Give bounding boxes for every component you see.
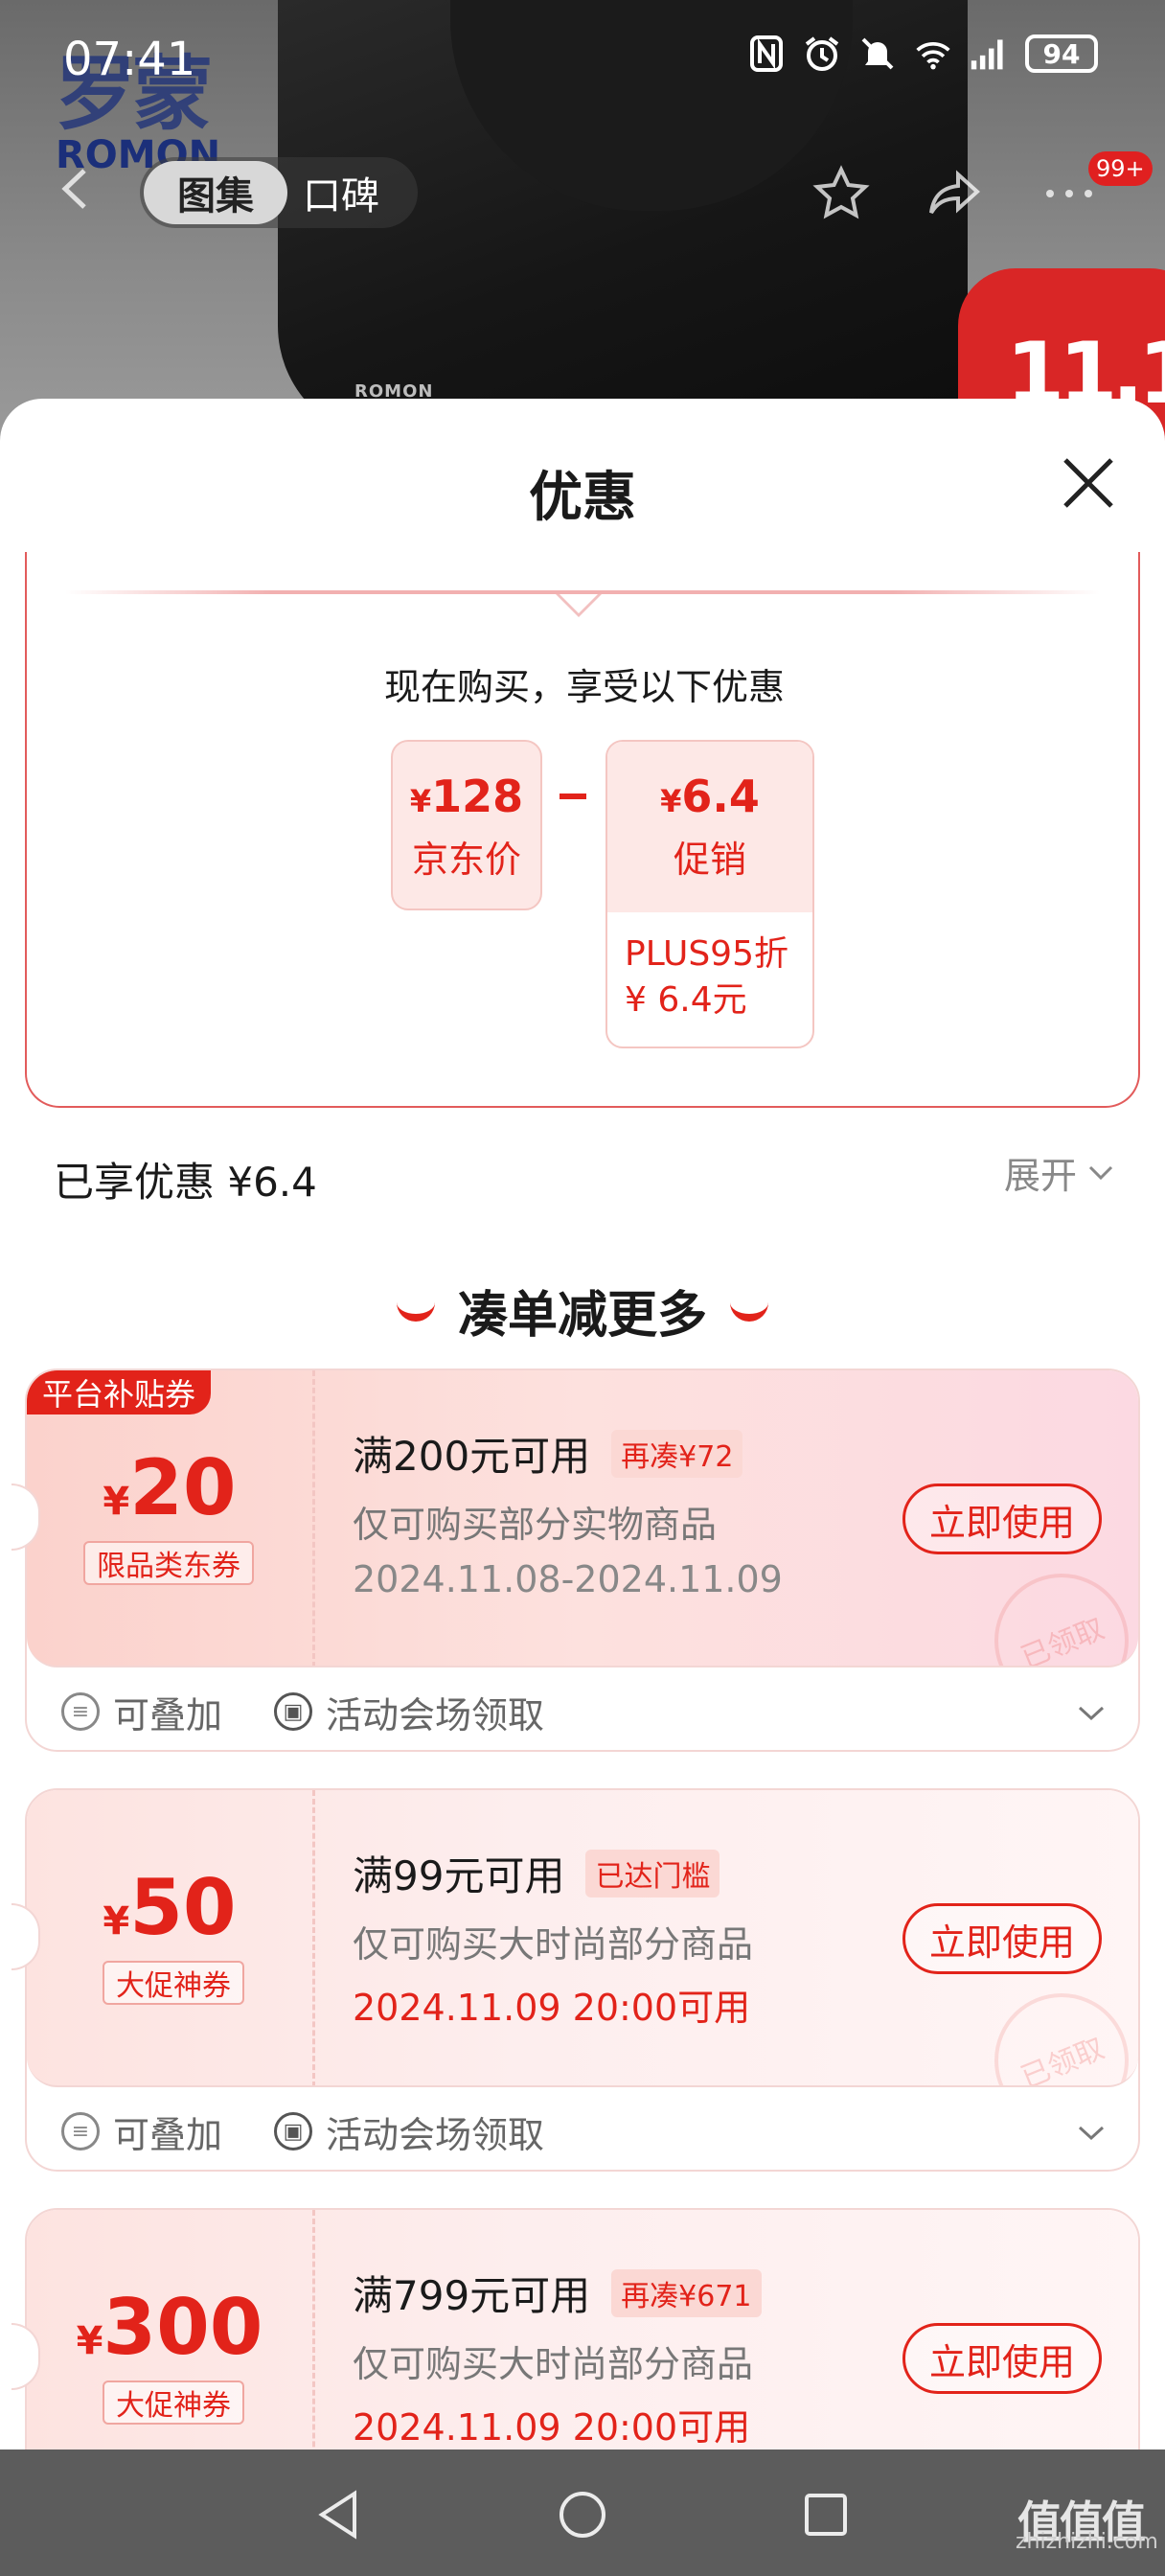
square-recents-icon [805, 2494, 847, 2536]
jd-price-label: 京东价 [411, 839, 521, 881]
share-icon[interactable] [925, 165, 983, 222]
message-count-badge: 99+ [1088, 151, 1153, 186]
tab-gallery[interactable]: 图集 [144, 161, 287, 224]
coupon-date: 2024.11.08-2024.11.09 [353, 1558, 783, 1600]
venue-icon: ▣ [274, 1692, 313, 1731]
coupon-scope: 仅可购买大时尚部分商品 [353, 1923, 754, 1966]
coupon-card: 平台补贴券 ¥20 限品类东券 满200元可用 再凑¥72 仅可购买部分实物商品… [11, 1368, 1140, 1752]
source-label: 活动会场领取 [326, 1693, 545, 1736]
venue-icon: ▣ [274, 2112, 313, 2150]
expand-label: 展开 [1004, 1155, 1078, 1197]
coupon-condition: 满200元可用 再凑¥72 [353, 1424, 743, 1483]
claimed-stamp: 已领取 [973, 1972, 1138, 2085]
coupon-card: ¥300 大促神券 满799元可用 再凑¥671 仅可购买大时尚部分商品 202… [11, 2208, 1140, 2450]
circle-home-icon [560, 2492, 605, 2538]
use-now-button[interactable]: 立即使用 [902, 2323, 1102, 2394]
enjoyed-discount: 已享优惠 ¥6.4 [54, 1159, 317, 1206]
coupon-amount: ¥300 [76, 2283, 263, 2372]
coupon-scope: 仅可购买部分实物商品 [353, 1504, 718, 1546]
coupon-type-tag: 限品类东券 [83, 1541, 254, 1585]
favorite-star-icon[interactable] [812, 165, 870, 222]
smile-decoration-left [396, 1300, 435, 1322]
chevron-down-icon [1078, 1706, 1105, 1721]
system-recents-button[interactable] [799, 2488, 853, 2542]
coupon-footer: ≡ 可叠加 ▣ 活动会场领取 [61, 2093, 544, 2170]
close-icon [1063, 458, 1113, 508]
sheet-title: 优惠 [529, 467, 636, 529]
coupon-date: 2024.11.09 20:00可用 [353, 1987, 751, 2029]
nfc-icon [747, 34, 786, 73]
tab-reviews[interactable]: 口碑 [303, 157, 379, 228]
coupon-footer: ≡ 可叠加 ▣ 活动会场领取 [61, 1673, 544, 1750]
coupon-expand-chevron[interactable] [1077, 2124, 1106, 2143]
coupon-type-tag: 大促神券 [103, 1961, 244, 2005]
coupon-date: 2024.11.09 20:00可用 [353, 2406, 751, 2449]
promo-detail-line2: ¥ 6.4元 [625, 980, 747, 1020]
coupon-amount: ¥50 [103, 1863, 237, 1952]
stackable-label: 可叠加 [113, 2113, 223, 2156]
coupon-type-tag: 大促神券 [103, 2380, 244, 2425]
discount-summary-card: 现在购买，享受以下优惠 ¥128 京东价 ¥6.4 促销 PLUS95折 ¥ 6… [25, 552, 1140, 1108]
minus-sign [560, 794, 586, 799]
status-icons: 94 [747, 34, 1098, 73]
coupon-status-chip: 再凑¥671 [611, 2268, 762, 2317]
section-title-text: 凑单减更多 [457, 1287, 707, 1345]
close-button[interactable] [1058, 452, 1119, 514]
coupon-status-chip: 已达门槛 [585, 1849, 720, 1898]
status-bar: 07:41 94 [0, 0, 1165, 115]
coupon-amount: ¥20 [103, 1443, 237, 1532]
coupon-condition: 满99元可用 已达门槛 [353, 1844, 720, 1902]
smile-decoration-right [730, 1300, 768, 1322]
stackable-icon: ≡ [61, 2112, 100, 2150]
stackable-label: 可叠加 [113, 1693, 223, 1736]
system-back-button[interactable] [312, 2488, 366, 2542]
claimed-stamp: 已领取 [973, 1552, 1138, 1666]
media-tab-switch: 图集 口碑 [140, 157, 418, 228]
coupon-expand-chevron[interactable] [1077, 1704, 1106, 1723]
coupon-status-chip: 再凑¥72 [611, 1429, 743, 1478]
battery-indicator: 94 [1025, 34, 1098, 73]
product-nav-bar: 图集 口碑 99+ [0, 144, 1165, 240]
chevron-down-icon [1088, 1165, 1113, 1180]
alarm-icon [803, 34, 841, 73]
back-arrow-icon [61, 169, 86, 209]
section-title: 凑单减更多 [0, 1275, 1165, 1346]
promo-detail-line1: PLUS95折 [625, 934, 788, 974]
watermark-url: zhizhizhi.com [1016, 2530, 1158, 2554]
source-label: 活动会场领取 [326, 2113, 545, 2156]
coupon-condition: 满799元可用 再凑¥671 [353, 2264, 762, 2322]
promo-detail: PLUS95折 ¥ 6.4元 [607, 912, 812, 1024]
wifi-icon [914, 34, 952, 73]
summary-headline: 现在购买，享受以下优惠 [383, 666, 785, 708]
promo-price-box: ¥6.4 促销 PLUS95折 ¥ 6.4元 [605, 740, 814, 1048]
use-now-button[interactable]: 立即使用 [902, 1903, 1102, 1974]
triangle-back-icon [318, 2490, 356, 2540]
mute-icon [858, 34, 897, 73]
chevron-down-icon [1078, 2126, 1105, 2141]
promo-label: 促销 [673, 839, 746, 881]
stackable-icon: ≡ [61, 1692, 100, 1731]
platform-subsidy-tag: 平台补贴券 [27, 1370, 212, 1414]
use-now-button[interactable]: 立即使用 [902, 1484, 1102, 1554]
coupon-scope: 仅可购买大时尚部分商品 [353, 2343, 754, 2385]
system-home-button[interactable] [556, 2488, 609, 2542]
system-navigation-bar [0, 2450, 1165, 2576]
back-button[interactable] [56, 165, 94, 213]
discount-sheet: 优惠 现在购买，享受以下优惠 ¥128 京东价 ¥6.4 促销 PLUS95折 … [0, 399, 1165, 2450]
jd-price-value: ¥128 [409, 770, 524, 822]
promo-value: ¥6.4 [660, 770, 760, 822]
status-time: 07:41 [63, 33, 196, 86]
expand-button[interactable]: 展开 [1004, 1146, 1113, 1199]
signal-icon [970, 34, 1008, 73]
coupon-card: ¥50 大促神券 满99元可用 已达门槛 仅可购买大时尚部分商品 2024.11… [11, 1788, 1140, 2172]
jd-price-box: ¥128 京东价 [391, 740, 542, 910]
